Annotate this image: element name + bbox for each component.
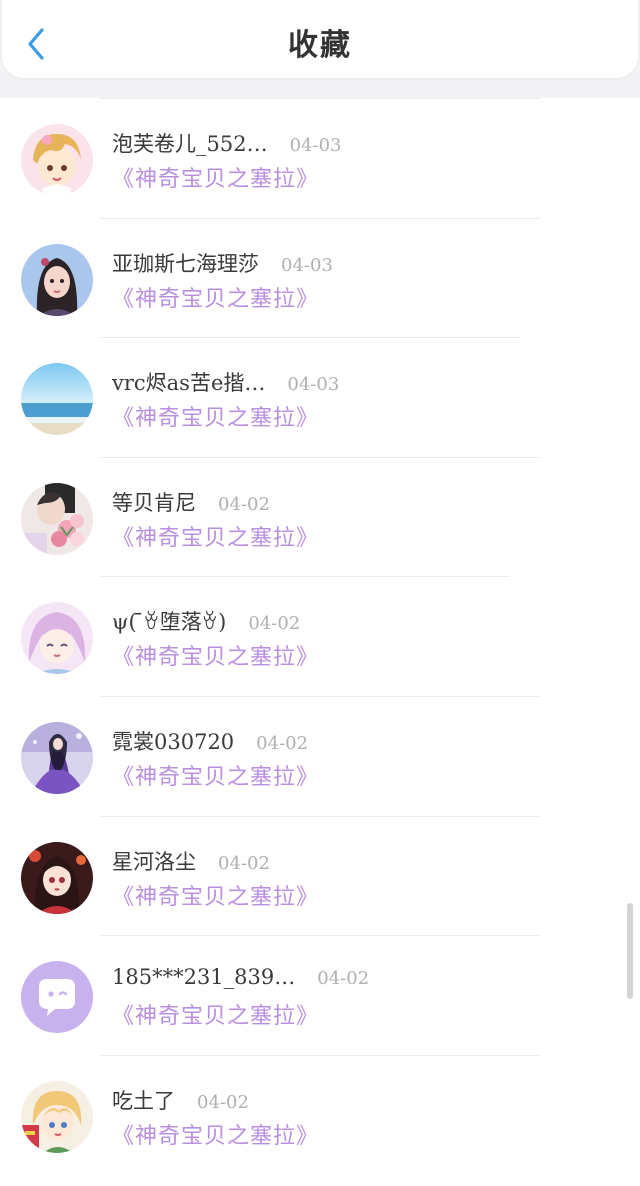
favorite-date: 04-02 <box>248 613 301 635</box>
header: 收藏 <box>0 0 640 98</box>
list-item[interactable]: ψ( ̄ꈊ堕落ꈊ) 04-02 《神奇宝贝之塞拉》 <box>0 576 640 696</box>
pink-hair-avatar[interactable] <box>21 602 93 675</box>
divider <box>100 217 540 219</box>
book-link[interactable]: 《神奇宝贝之塞拉》 <box>112 1118 319 1150</box>
divider <box>100 695 540 697</box>
scrollbar[interactable] <box>627 903 633 999</box>
list-item[interactable]: 吃土了 04-02 《神奇宝贝之塞拉》 <box>0 1054 640 1175</box>
favorite-date: 04-02 <box>218 493 270 515</box>
book-link[interactable]: 《神奇宝贝之塞拉》 <box>112 520 319 552</box>
user-name: 吃土了 <box>112 1088 175 1113</box>
beach-avatar[interactable] <box>21 363 93 436</box>
purple-kimono-avatar[interactable] <box>21 721 93 794</box>
book-link[interactable]: 《神奇宝贝之塞拉》 <box>112 400 319 432</box>
user-name: 亚珈斯七海理莎 <box>112 251 259 276</box>
user-name: vrc烬as苦e揩… <box>112 371 266 396</box>
list-item[interactable]: 185***231_839… 04-02 《神奇宝贝之塞拉》 <box>0 935 640 1055</box>
divider <box>100 456 540 458</box>
favorite-date: 04-03 <box>281 254 333 276</box>
list-item[interactable]: 霓裳030720 04-02 《神奇宝贝之塞拉》 <box>0 695 640 816</box>
book-link[interactable]: 《神奇宝贝之塞拉》 <box>112 281 319 313</box>
list-item[interactable]: 等贝肯尼 04-02 《神奇宝贝之塞拉》 <box>0 456 640 577</box>
default-chat-avatar[interactable] <box>21 961 93 1034</box>
divider <box>100 576 510 578</box>
favorite-date: 04-02 <box>317 968 370 990</box>
favorite-date: 04-02 <box>197 1091 249 1113</box>
divider <box>100 815 540 817</box>
page-title: 收藏 <box>288 28 352 63</box>
anime-girl-avatar[interactable] <box>21 124 93 196</box>
favorite-date: 04-03 <box>289 135 342 156</box>
blonde-boy-avatar[interactable] <box>21 1080 93 1153</box>
book-link[interactable]: 《神奇宝贝之塞拉》 <box>112 161 319 193</box>
favorites-list: 泡芙卷儿_552… 04-03 《神奇宝贝之塞拉》 亚珈斯七海理莎 04-03 … <box>0 98 640 1174</box>
list-item[interactable]: 亚珈斯七海理莎 04-03 《神奇宝贝之塞拉》 <box>0 217 640 338</box>
girl-photo-avatar[interactable] <box>21 243 93 316</box>
red-kimono-avatar[interactable] <box>21 841 93 914</box>
book-link[interactable]: 《神奇宝贝之塞拉》 <box>112 639 319 671</box>
flowers-avatar[interactable] <box>21 482 93 555</box>
favorite-date: 04-03 <box>287 374 340 396</box>
favorite-date: 04-02 <box>218 852 270 874</box>
user-name: 等贝肯尼 <box>112 490 196 515</box>
list-item[interactable]: 泡芙卷儿_552… 04-03 《神奇宝贝之塞拉》 <box>0 98 640 218</box>
divider <box>100 337 520 339</box>
user-name: ψ( ̄ꈊ堕落ꈊ) <box>112 610 227 635</box>
list-item[interactable]: 星河洛尘 04-02 《神奇宝贝之塞拉》 <box>0 815 640 936</box>
favorite-date: 04-02 <box>256 732 309 754</box>
divider <box>100 98 540 99</box>
list-item[interactable]: vrc烬as苦e揩… 04-03 《神奇宝贝之塞拉》 <box>0 337 640 457</box>
user-name: 霓裳030720 <box>112 729 235 754</box>
divider <box>100 935 540 937</box>
divider <box>100 1054 540 1056</box>
favorites-page: 收藏 泡芙卷儿_552… 04-03 《神奇宝贝之塞拉》 亚珈斯七海理莎 04-… <box>0 0 640 1186</box>
book-link[interactable]: 《神奇宝贝之塞拉》 <box>112 759 319 791</box>
user-name: 185***231_839… <box>112 965 296 990</box>
book-link[interactable]: 《神奇宝贝之塞拉》 <box>112 998 319 1030</box>
book-link[interactable]: 《神奇宝贝之塞拉》 <box>112 879 319 911</box>
user-name: 泡芙卷儿_552… <box>112 132 268 156</box>
user-name: 星河洛尘 <box>112 849 196 874</box>
